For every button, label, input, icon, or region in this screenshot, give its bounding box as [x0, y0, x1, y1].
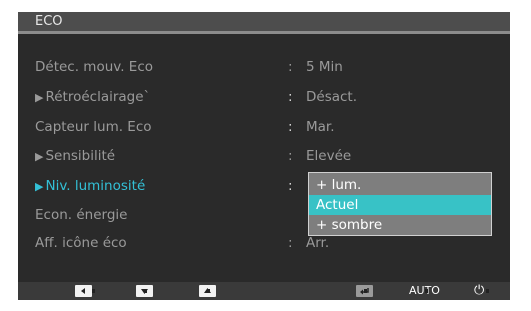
separator: : — [288, 119, 293, 135]
menu-item-label: Rétroéclairage` — [45, 89, 151, 105]
button-tick — [425, 289, 428, 293]
menu-item-eco-motion[interactable]: Détec. mouv. Eco : 5 Min — [18, 56, 510, 78]
dropdown-option-darker[interactable]: + sombre — [309, 215, 491, 235]
menu-item-value: Désact. — [306, 89, 358, 105]
osd-panel: ECO Détec. mouv. Eco : 5 Min ▶ Rétroéclai… — [18, 12, 510, 300]
separator: : — [288, 178, 293, 194]
menu-item-label: Sensibilité — [45, 148, 116, 164]
separator: : — [288, 89, 293, 105]
menu-item-label-wrap: ▶ Sensibilité — [35, 145, 115, 168]
button-tick — [364, 289, 367, 293]
menu-item-eco-light-sensor[interactable]: Capteur lum. Eco : Mar. — [18, 116, 510, 138]
title-divider — [18, 31, 510, 34]
menu-item-label: Aff. icône éco — [35, 235, 127, 251]
button-tick — [207, 289, 210, 293]
brightness-level-dropdown[interactable]: + lum. Actuel + sombre — [308, 172, 492, 236]
button-tick — [486, 289, 489, 293]
button-tick — [144, 289, 147, 293]
dropdown-option-current[interactable]: Actuel — [309, 195, 491, 215]
button-tick — [92, 289, 95, 293]
separator: : — [288, 59, 293, 75]
menu-item-label-wrap: ▶ Niv. luminosité — [35, 175, 145, 198]
menu-item-label: Détec. mouv. Eco — [35, 59, 154, 75]
submenu-arrow-icon: ▶ — [35, 91, 44, 104]
submenu-arrow-icon: ▶ — [35, 180, 44, 193]
separator: : — [288, 148, 293, 164]
power-icon[interactable]: ⏻ — [474, 282, 484, 300]
menu-item-backlight[interactable]: ▶ Rétroéclairage` : Désact. — [18, 86, 510, 108]
menu-item-label: Capteur lum. Eco — [35, 119, 152, 135]
left-arrow-icon[interactable] — [75, 285, 92, 297]
dropdown-option-brighter[interactable]: + lum. — [309, 175, 491, 195]
menu-title: ECO — [18, 12, 510, 31]
submenu-arrow-icon: ▶ — [35, 150, 44, 163]
menu-item-label: Econ. énergie — [35, 207, 128, 223]
menu-item-value: 5 Min — [306, 59, 343, 75]
menu-item-label-wrap: ▶ Rétroéclairage` — [35, 86, 150, 109]
menu-item-value: Elevée — [306, 148, 352, 164]
separator: : — [288, 235, 293, 251]
menu-item-value: Mar. — [306, 119, 335, 135]
menu-item-label: Niv. luminosité — [45, 178, 146, 194]
menu-item-sensitivity[interactable]: ▶ Sensibilité : Elevée — [18, 145, 510, 167]
